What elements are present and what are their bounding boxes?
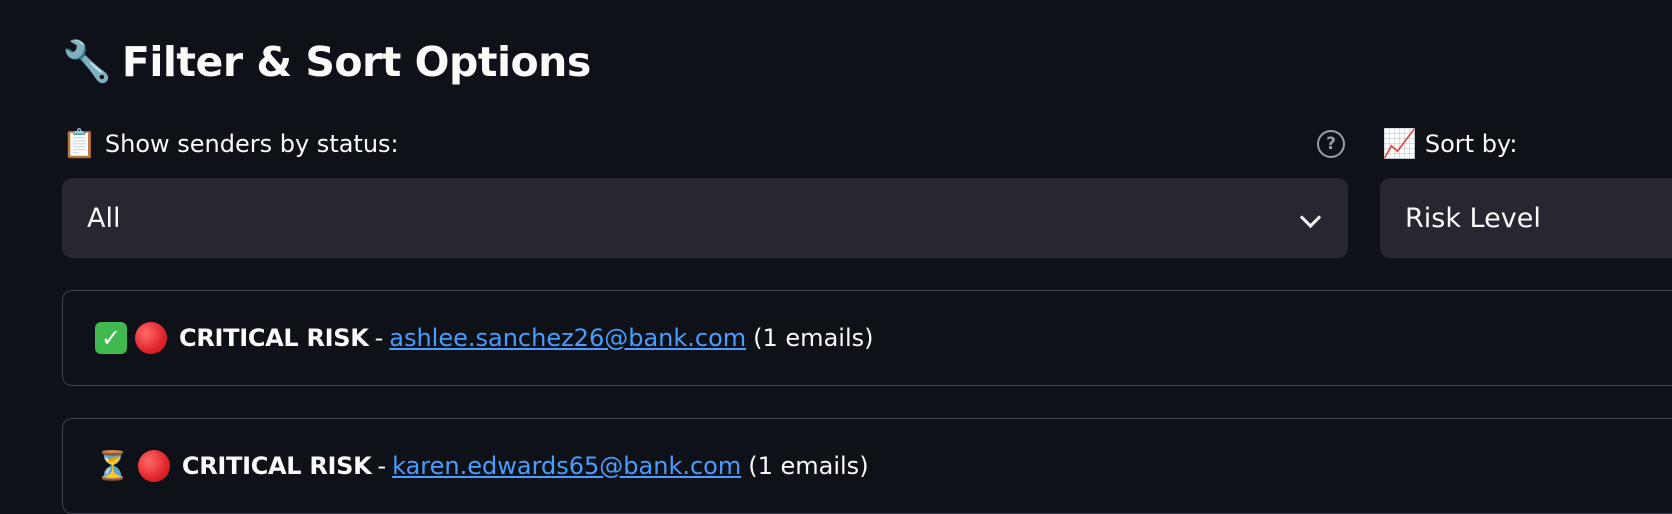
section-title: Filter & Sort Options	[121, 38, 591, 86]
help-icon[interactable]: ?	[1317, 130, 1345, 158]
sender-expander[interactable]: ✓ CRITICAL RISK - ashlee.sanchez26@bank.…	[62, 290, 1672, 386]
status-filter-label: 📋 Show senders by status:	[62, 124, 399, 164]
sort-value: Risk Level	[1405, 202, 1541, 234]
separator: -	[377, 452, 387, 480]
separator: -	[374, 324, 384, 352]
sort-label-text: Sort by:	[1424, 130, 1518, 158]
sender-email-link[interactable]: karen.edwards65@bank.com	[392, 452, 741, 480]
wrench-icon: 🔧	[62, 39, 112, 85]
status-filter-select[interactable]: All	[62, 178, 1348, 258]
email-count: (1 emails)	[753, 324, 874, 352]
clipboard-icon: 📋	[62, 127, 97, 160]
status-filter-label-text: Show senders by status:	[104, 130, 399, 158]
sort-label: 📈 Sort by:	[1382, 124, 1517, 164]
sender-expander[interactable]: ⏳ CRITICAL RISK - karen.edwards65@bank.c…	[62, 418, 1672, 514]
red-circle-icon	[137, 450, 170, 482]
status-filter-value: All	[87, 202, 121, 234]
red-circle-icon	[135, 322, 167, 354]
risk-label: CRITICAL RISK	[179, 324, 369, 352]
chevron-down-icon	[1299, 206, 1322, 229]
check-mark-icon: ✓	[95, 322, 127, 354]
email-count: (1 emails)	[748, 452, 869, 480]
chart-increasing-icon: 📈	[1382, 127, 1417, 160]
sender-email-link[interactable]: ashlee.sanchez26@bank.com	[389, 324, 746, 352]
hourglass-icon: ⏳	[95, 449, 130, 482]
section-heading: 🔧 Filter & Sort Options	[62, 32, 591, 92]
filter-sort-panel: 🔧 Filter & Sort Options 📋 Show senders b…	[0, 0, 1672, 514]
sort-select[interactable]: Risk Level	[1380, 178, 1672, 258]
risk-label: CRITICAL RISK	[181, 452, 372, 480]
